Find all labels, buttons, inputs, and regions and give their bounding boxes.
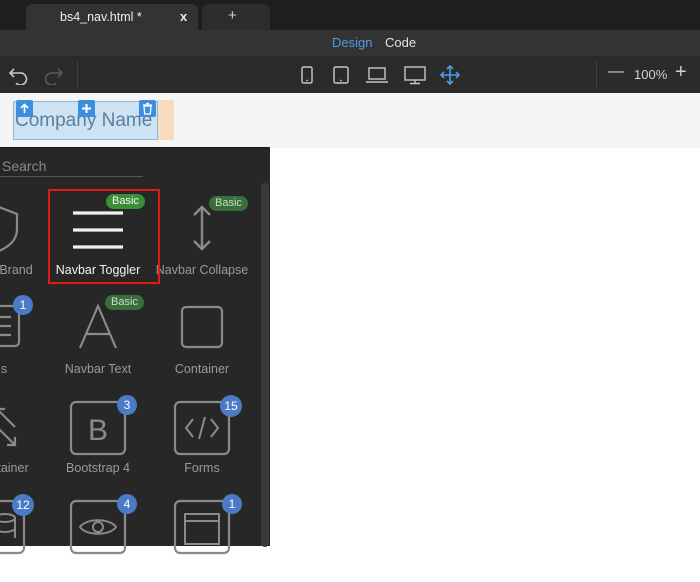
tab-title: bs4_nav.html * bbox=[60, 10, 142, 24]
select-parent-button[interactable] bbox=[16, 100, 33, 117]
delete-element-button[interactable] bbox=[139, 100, 156, 117]
move-arrows-icon[interactable] bbox=[439, 64, 461, 86]
zoom-level[interactable]: 100% bbox=[634, 67, 667, 82]
component-window[interactable]: 1 bbox=[148, 486, 256, 582]
tablet-view-icon[interactable] bbox=[332, 65, 350, 85]
undo-icon[interactable] bbox=[8, 65, 30, 85]
panel-scrollbar[interactable] bbox=[261, 183, 269, 547]
tab-bs4-nav[interactable]: bs4_nav.html * x bbox=[26, 4, 198, 30]
trash-icon bbox=[143, 102, 152, 115]
toolbar-divider bbox=[596, 61, 597, 89]
basic-badge: Basic bbox=[209, 196, 248, 211]
component-navbar-text[interactable]: Basic Navbar Text bbox=[44, 288, 152, 384]
count-badge: 4 bbox=[117, 494, 137, 514]
arrow-up-icon bbox=[20, 103, 29, 113]
count-badge: 12 bbox=[12, 494, 34, 516]
count-badge: 15 bbox=[220, 395, 242, 417]
close-tab-icon[interactable]: x bbox=[180, 9, 187, 24]
plus-icon bbox=[82, 104, 91, 113]
component-visibility[interactable]: 4 bbox=[44, 486, 152, 582]
toolbar: — 100% + bbox=[0, 57, 700, 93]
code-view-tab[interactable]: Code bbox=[385, 35, 416, 50]
svg-text:B: B bbox=[88, 414, 108, 447]
count-badge: 3 bbox=[117, 395, 137, 415]
count-badge: 1 bbox=[13, 295, 33, 315]
component-label: Forms bbox=[184, 461, 220, 475]
view-switcher: Design Code bbox=[0, 30, 700, 57]
component-container[interactable]: Container bbox=[148, 288, 256, 384]
design-view-tab[interactable]: Design bbox=[332, 35, 372, 50]
search-input[interactable] bbox=[0, 155, 143, 177]
zoom-out-button[interactable]: — bbox=[608, 63, 624, 81]
zoom-in-button[interactable]: + bbox=[675, 61, 687, 84]
basic-badge: Basic bbox=[105, 295, 144, 310]
component-label: Navbar Collapse bbox=[155, 263, 249, 277]
component-forms[interactable]: 15 Forms bbox=[148, 387, 256, 483]
highlight-frame bbox=[48, 189, 160, 284]
component-label: Bootstrap 4 bbox=[66, 461, 130, 475]
count-badge: 1 bbox=[222, 494, 242, 514]
component-bootstrap-4[interactable]: B 3 Bootstrap 4 bbox=[44, 387, 152, 483]
redo-icon[interactable] bbox=[42, 65, 64, 85]
code-brackets-icon bbox=[173, 400, 231, 456]
square-icon bbox=[180, 305, 224, 349]
insert-element-button[interactable] bbox=[78, 100, 95, 117]
component-label: Navbar Text bbox=[64, 362, 132, 376]
component-label: Container bbox=[174, 362, 230, 376]
desktop-view-icon[interactable] bbox=[403, 65, 427, 85]
new-tab-button[interactable]: + bbox=[202, 4, 270, 30]
toolbar-divider bbox=[77, 61, 78, 89]
phone-view-icon[interactable] bbox=[300, 65, 314, 85]
brand-margin-highlight bbox=[158, 100, 174, 140]
component-navbar-collapse[interactable]: Basic Navbar Collapse bbox=[148, 189, 256, 285]
bootstrap-b-icon: B bbox=[69, 400, 127, 456]
plus-icon: + bbox=[228, 7, 237, 24]
laptop-view-icon[interactable] bbox=[365, 65, 389, 85]
tab-bar: bs4_nav.html * x + bbox=[0, 0, 700, 30]
